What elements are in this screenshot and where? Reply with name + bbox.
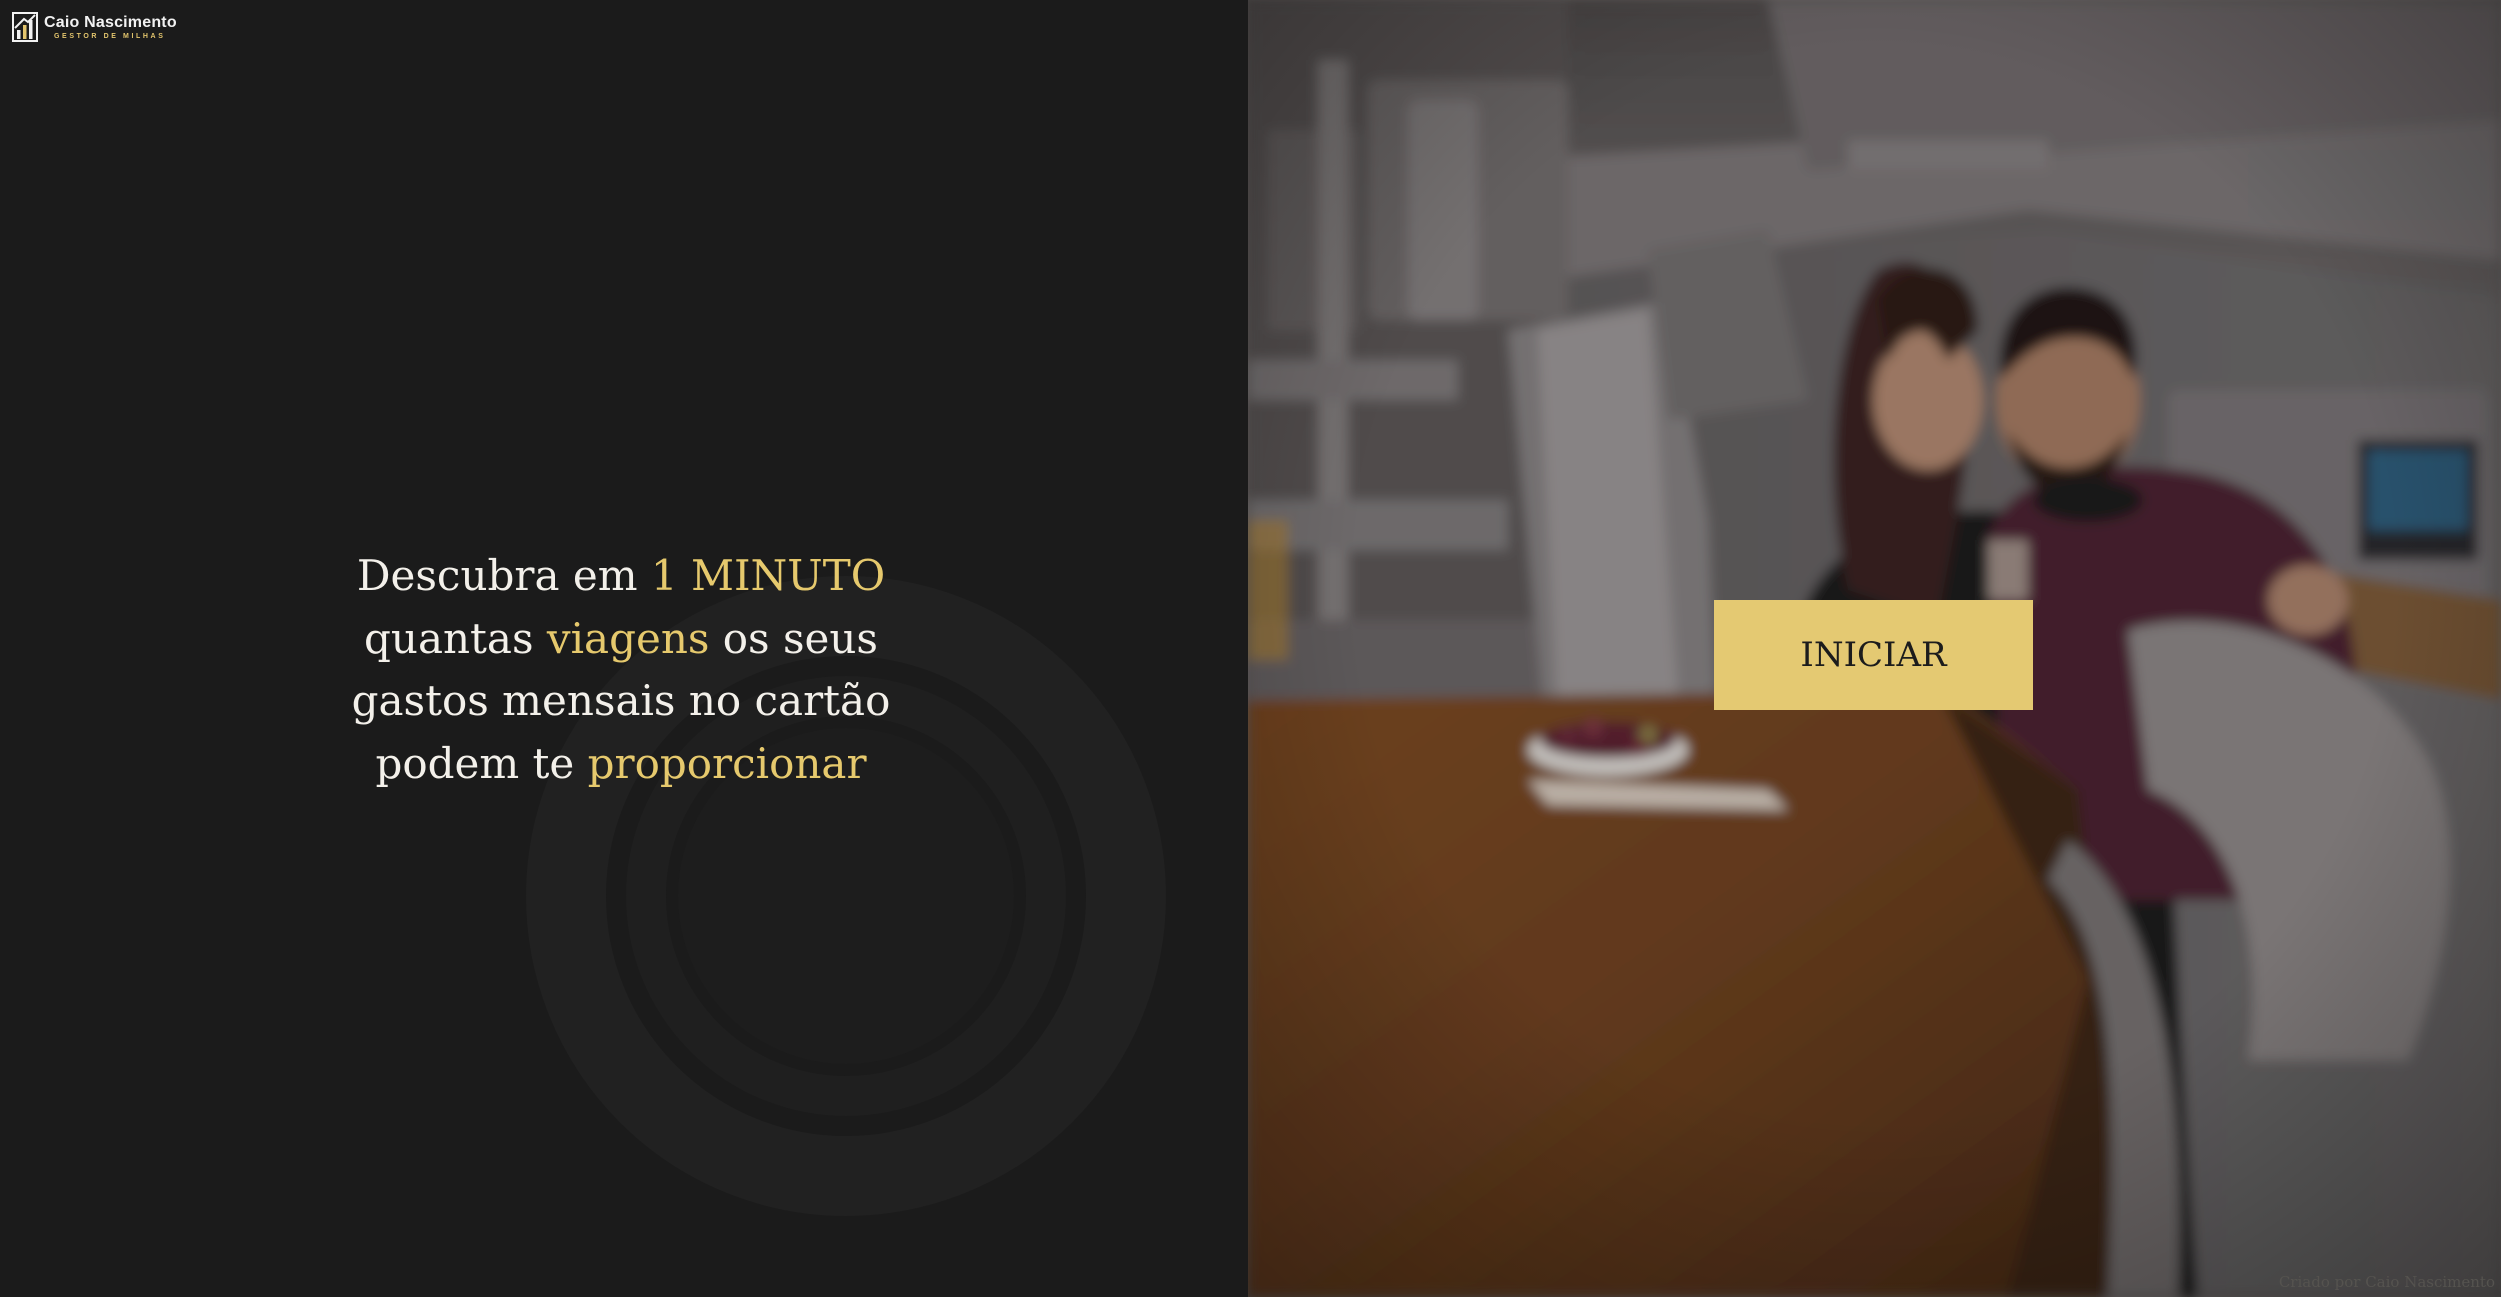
headline-highlight-provide: proporcionar [587,738,867,788]
headline-text: podem te [375,738,588,788]
hero-panel: Caio Nascimento GESTOR DE MILHAS Descubr… [0,0,1248,1297]
landing-page: Caio Nascimento GESTOR DE MILHAS Descubr… [0,0,2501,1297]
headline-text: Descubra em [356,551,651,600]
start-button[interactable]: INICIAR [1714,600,2033,710]
brand-tagline: GESTOR DE MILHAS [54,32,166,40]
brand-name: Caio Nascimento [44,13,177,31]
headline-text: quantas [364,613,547,663]
hero-headline: Descubra em 1 MINUTO quantas viagens os … [321,545,921,795]
headline-highlight-trips: viagens [546,613,710,663]
chart-bars-logo-icon [12,12,38,42]
brand-logo[interactable]: Caio Nascimento GESTOR DE MILHAS [12,12,177,42]
headline-text: gastos mensais no cartão [351,676,891,725]
footer-credit[interactable]: Criado por Caio Nascimento [2279,1273,2495,1291]
headline-text: os seus [709,613,878,663]
headline-highlight-minute: 1 MINUTO [650,551,886,600]
background-photo-panel: INICIAR Criado por Caio Nascimento [1248,0,2501,1297]
